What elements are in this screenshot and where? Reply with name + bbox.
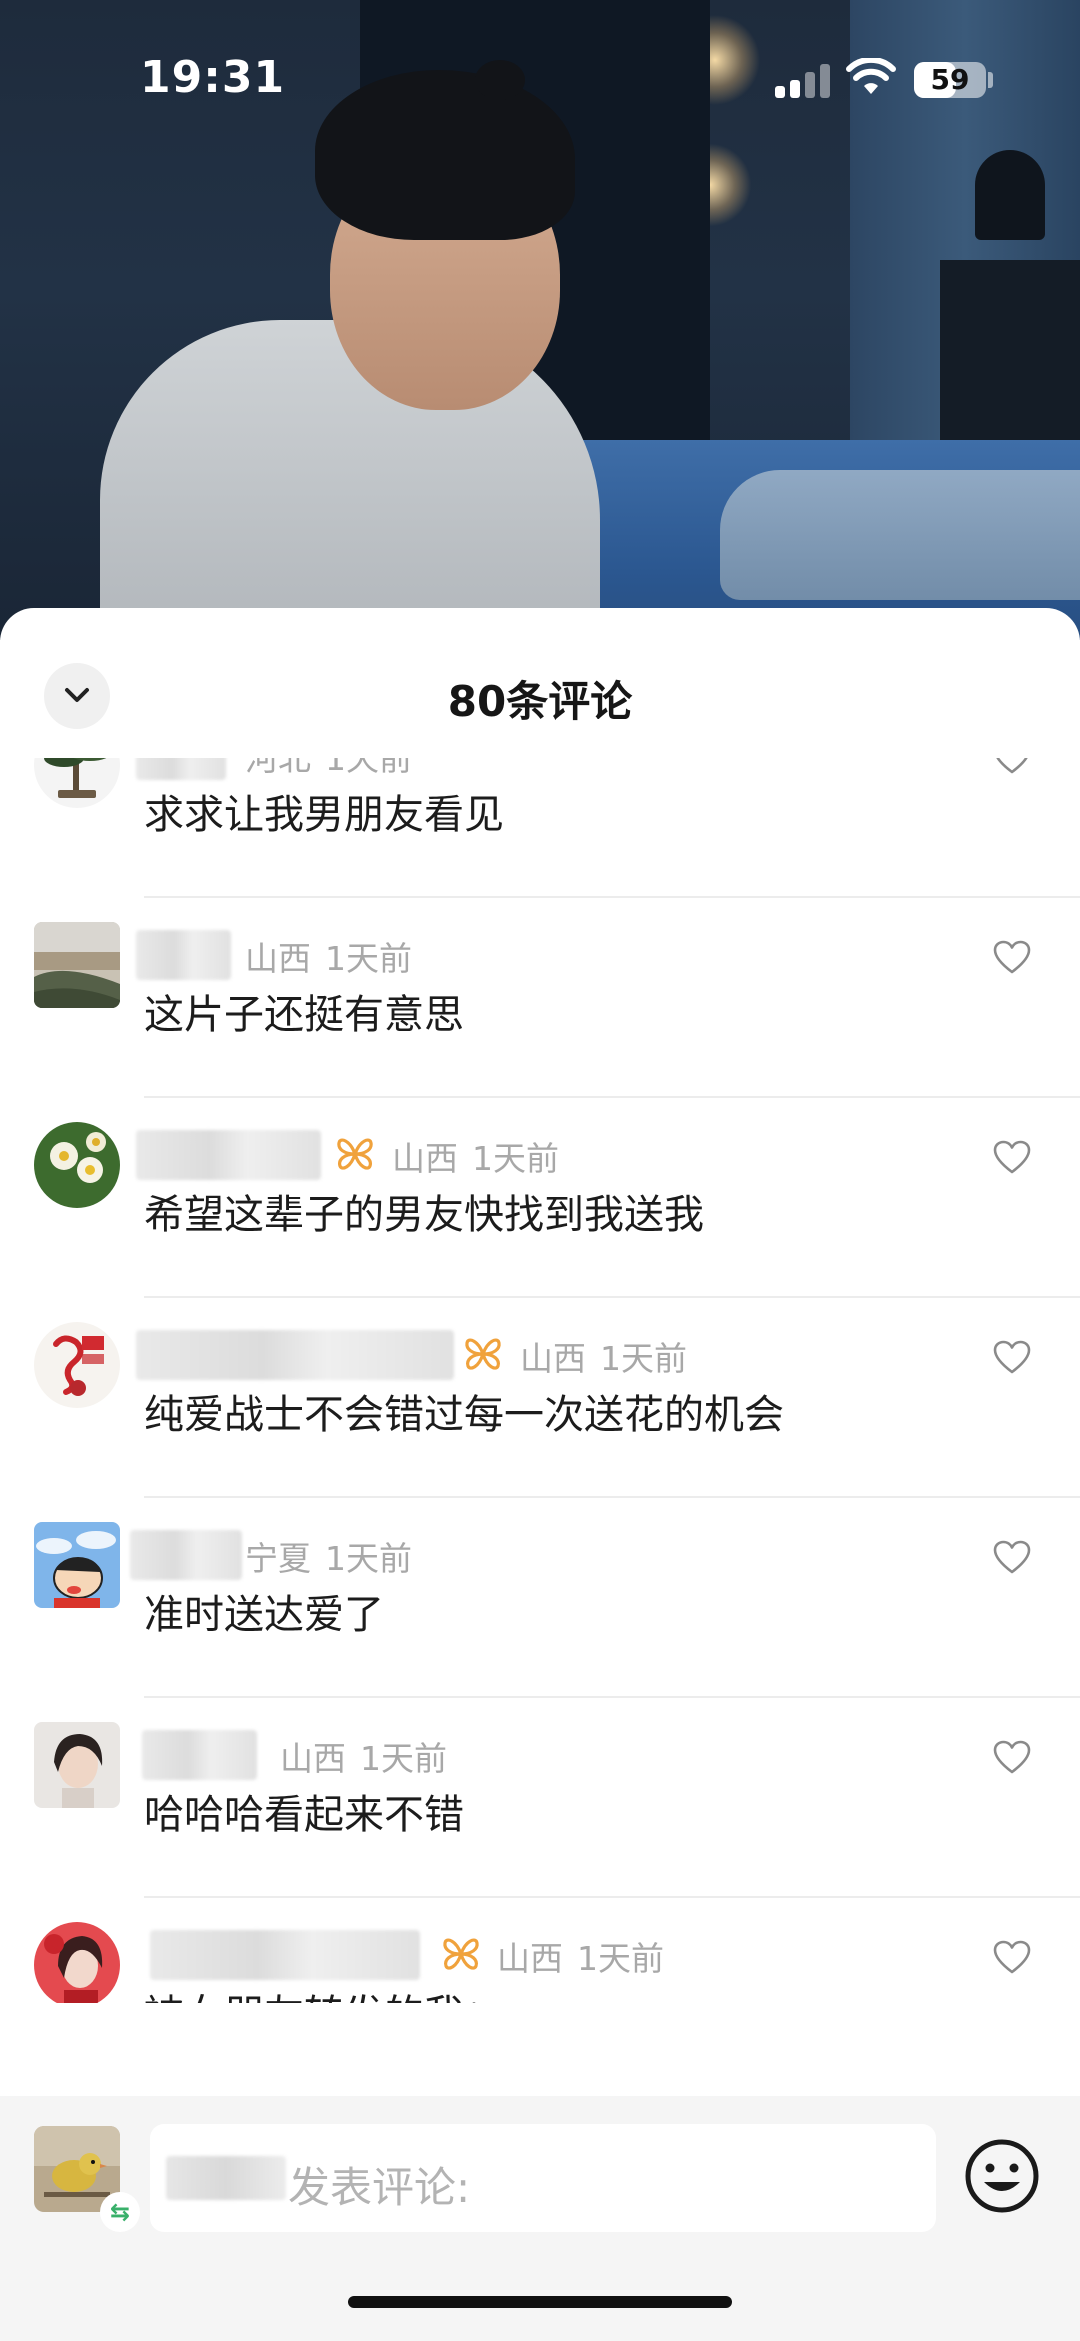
like-button[interactable] bbox=[992, 1138, 1032, 1182]
comment-region: 河北 bbox=[245, 758, 311, 778]
video-lamp bbox=[975, 150, 1045, 240]
comment-input-placeholder: 发表评论: bbox=[288, 2163, 471, 2212]
comment-text[interactable]: 纯爱战士不会错过每一次送花的机会 bbox=[144, 1382, 784, 1440]
comment-time: 1天前 bbox=[600, 1339, 687, 1378]
comment-region: 山西 bbox=[280, 1739, 346, 1778]
comment-time: 1天前 bbox=[472, 1139, 559, 1178]
status-time: 19:31 bbox=[140, 52, 286, 103]
comment-time: 1天前 bbox=[325, 758, 412, 778]
comment-input-bar: ⇆ 发表评论: bbox=[0, 2096, 1080, 2341]
user-avatar[interactable] bbox=[34, 1122, 120, 1208]
heart-outline-icon bbox=[993, 1940, 1031, 1974]
smiley-icon bbox=[965, 2139, 1039, 2213]
home-indicator[interactable] bbox=[348, 2296, 732, 2308]
comment-meta: 河北 1天前 bbox=[245, 758, 412, 780]
heart-outline-icon bbox=[993, 940, 1031, 974]
comments-count-title: 80条评论 bbox=[447, 677, 633, 726]
comment-region: 山西 bbox=[392, 1139, 458, 1178]
heart-outline-icon bbox=[993, 1140, 1031, 1174]
heart-outline-icon bbox=[993, 1540, 1031, 1574]
butterfly-badge-icon bbox=[337, 1138, 373, 1170]
username-redacted[interactable] bbox=[136, 758, 226, 780]
like-button[interactable] bbox=[992, 758, 1032, 782]
comment-time: 1天前 bbox=[360, 1739, 447, 1778]
user-avatar[interactable] bbox=[34, 758, 120, 808]
comment-item[interactable]: 山西 1天前 纯爱战士不会错过每一次送花的机会 bbox=[0, 1298, 1080, 1498]
comment-meta: 山西 1天前 bbox=[392, 1132, 559, 1180]
comment-region: 山西 bbox=[497, 1939, 563, 1978]
comment-text[interactable]: 哈哈哈看起来不错 bbox=[144, 1782, 464, 1840]
comment-text[interactable]: 求求让我男朋友看见 bbox=[144, 782, 504, 840]
comment-region: 山西 bbox=[520, 1339, 586, 1378]
comment-region: 宁夏 bbox=[245, 1539, 311, 1578]
username-redacted[interactable] bbox=[136, 1330, 454, 1380]
comments-sheet: 80条评论 河北 1天前 求求让我男朋友看见 山西 1天前 这片子还挺有意思 山… bbox=[0, 608, 1080, 2341]
comment-input[interactable]: 发表评论: bbox=[150, 2124, 936, 2232]
username-redacted[interactable] bbox=[130, 1530, 242, 1580]
username-redacted[interactable] bbox=[142, 1730, 257, 1780]
comment-item[interactable]: 山西 1天前 被女朋友转发的我： bbox=[0, 1898, 1080, 2003]
user-avatar[interactable] bbox=[34, 1722, 120, 1808]
comment-meta: 山西 1天前 bbox=[520, 1332, 687, 1380]
comment-meta: 山西 1天前 bbox=[245, 932, 412, 980]
comment-text[interactable]: 准时送达爱了 bbox=[144, 1582, 384, 1640]
comment-time: 1天前 bbox=[577, 1939, 664, 1978]
comments-list[interactable]: 河北 1天前 求求让我男朋友看见 山西 1天前 这片子还挺有意思 山西 1天前 … bbox=[0, 758, 1080, 2003]
comment-meta: 宁夏 1天前 bbox=[245, 1532, 412, 1580]
swap-arrows-icon: ⇆ bbox=[109, 2198, 131, 2226]
username-redacted[interactable] bbox=[150, 1930, 420, 1980]
comment-text[interactable]: 这片子还挺有意思 bbox=[144, 982, 464, 1040]
emoji-button[interactable] bbox=[962, 2136, 1042, 2220]
battery-tip bbox=[988, 72, 993, 88]
comment-text[interactable]: 被女朋友转发的我： bbox=[144, 1982, 504, 2003]
comment-meta: 山西 1天前 bbox=[280, 1732, 447, 1780]
heart-outline-icon bbox=[993, 1740, 1031, 1774]
comment-time: 1天前 bbox=[325, 1539, 412, 1578]
username-redacted[interactable] bbox=[136, 1130, 321, 1180]
battery-percentage: 59 bbox=[930, 63, 970, 96]
user-avatar[interactable] bbox=[34, 1922, 120, 2003]
like-button[interactable] bbox=[992, 1938, 1032, 1982]
user-avatar[interactable] bbox=[34, 1522, 120, 1608]
butterfly-badge-icon bbox=[465, 1338, 501, 1370]
comment-text[interactable]: 希望这辈子的男友快找到我送我 bbox=[144, 1182, 704, 1240]
comment-time: 1天前 bbox=[325, 939, 412, 978]
comment-item[interactable]: 河北 1天前 求求让我男朋友看见 bbox=[0, 758, 1080, 898]
comment-item[interactable]: 山西 1天前 希望这辈子的男友快找到我送我 bbox=[0, 1098, 1080, 1298]
comment-meta: 山西 1天前 bbox=[497, 1932, 664, 1980]
comment-region: 山西 bbox=[245, 939, 311, 978]
like-button[interactable] bbox=[992, 1738, 1032, 1782]
comment-item[interactable]: 宁夏 1天前 准时送达爱了 bbox=[0, 1498, 1080, 1698]
video-pillow bbox=[720, 470, 1080, 600]
user-avatar[interactable] bbox=[34, 1322, 120, 1408]
username-redacted[interactable] bbox=[136, 930, 231, 980]
butterfly-badge-icon bbox=[443, 1938, 479, 1970]
cellular-signal-icon bbox=[775, 62, 831, 98]
comment-item[interactable]: 山西 1天前 哈哈哈看起来不错 bbox=[0, 1698, 1080, 1898]
comment-item[interactable]: 山西 1天前 这片子还挺有意思 bbox=[0, 898, 1080, 1098]
like-button[interactable] bbox=[992, 1338, 1032, 1382]
status-bar: 19:31 59 bbox=[0, 0, 1080, 160]
switch-identity-button[interactable]: ⇆ bbox=[100, 2192, 140, 2232]
heart-outline-icon bbox=[993, 1340, 1031, 1374]
input-prefix-redacted bbox=[166, 2156, 286, 2200]
heart-outline-icon bbox=[996, 758, 1028, 774]
like-button[interactable] bbox=[992, 1538, 1032, 1582]
user-avatar[interactable] bbox=[34, 922, 120, 1008]
wifi-icon bbox=[846, 58, 896, 94]
battery-icon: 59 bbox=[914, 62, 986, 98]
like-button[interactable] bbox=[992, 938, 1032, 982]
